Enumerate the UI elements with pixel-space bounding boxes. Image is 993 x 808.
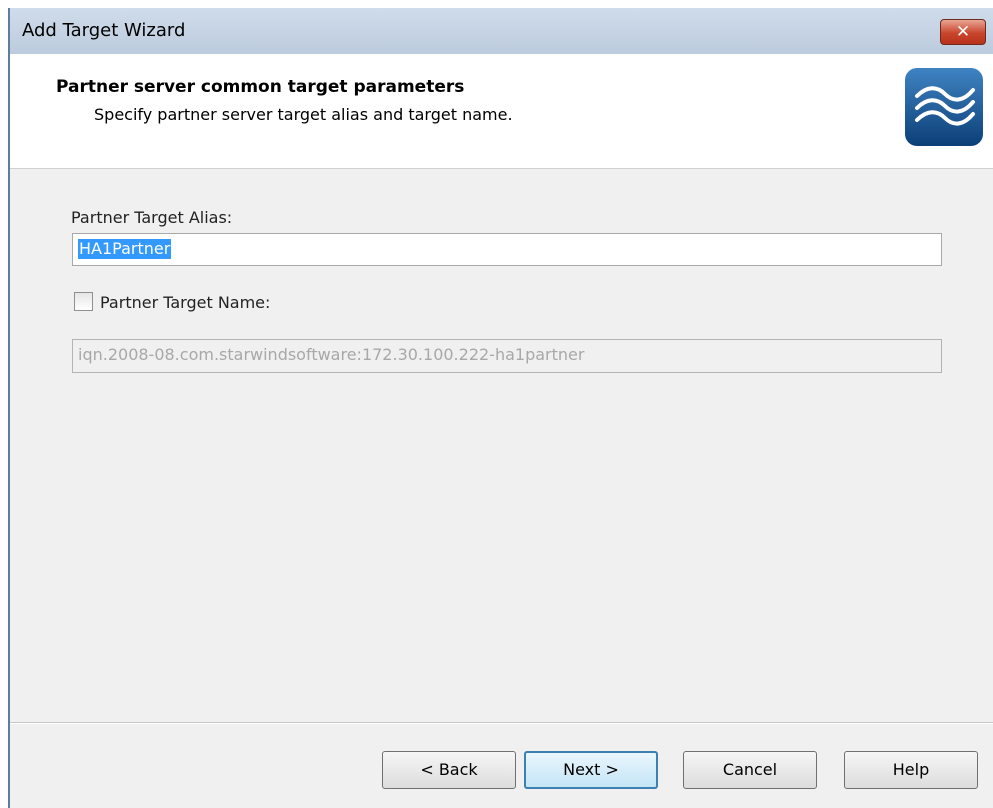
next-button[interactable]: Next > [524,751,658,789]
alias-label: Partner Target Alias: [71,208,233,227]
target-name-value: iqn.2008-08.com.starwindsoftware:172.30.… [78,345,585,364]
title-bar[interactable]: Add Target Wizard ✕ [10,8,993,54]
header-title: Partner server common target parameters [56,77,465,97]
waves-icon [915,86,975,126]
starwind-logo-icon [905,68,983,146]
wizard-header: Partner server common target parameters … [10,54,993,169]
help-button[interactable]: Help [844,751,978,789]
wizard-window: Add Target Wizard ✕ Partner server commo… [8,8,993,808]
close-button[interactable]: ✕ [940,19,986,45]
footer-divider [10,722,993,724]
header-subtitle: Specify partner server target alias and … [94,105,513,124]
back-button[interactable]: < Back [382,751,516,789]
window-title: Add Target Wizard [22,20,186,41]
cancel-button[interactable]: Cancel [683,751,817,789]
alias-value: HA1Partner [78,239,172,259]
close-icon: ✕ [955,22,971,42]
alias-input[interactable]: HA1Partner [72,233,942,266]
target-name-label[interactable]: Partner Target Name: [100,293,270,312]
target-name-checkbox[interactable] [74,292,93,311]
target-name-input[interactable]: iqn.2008-08.com.starwindsoftware:172.30.… [72,339,942,373]
